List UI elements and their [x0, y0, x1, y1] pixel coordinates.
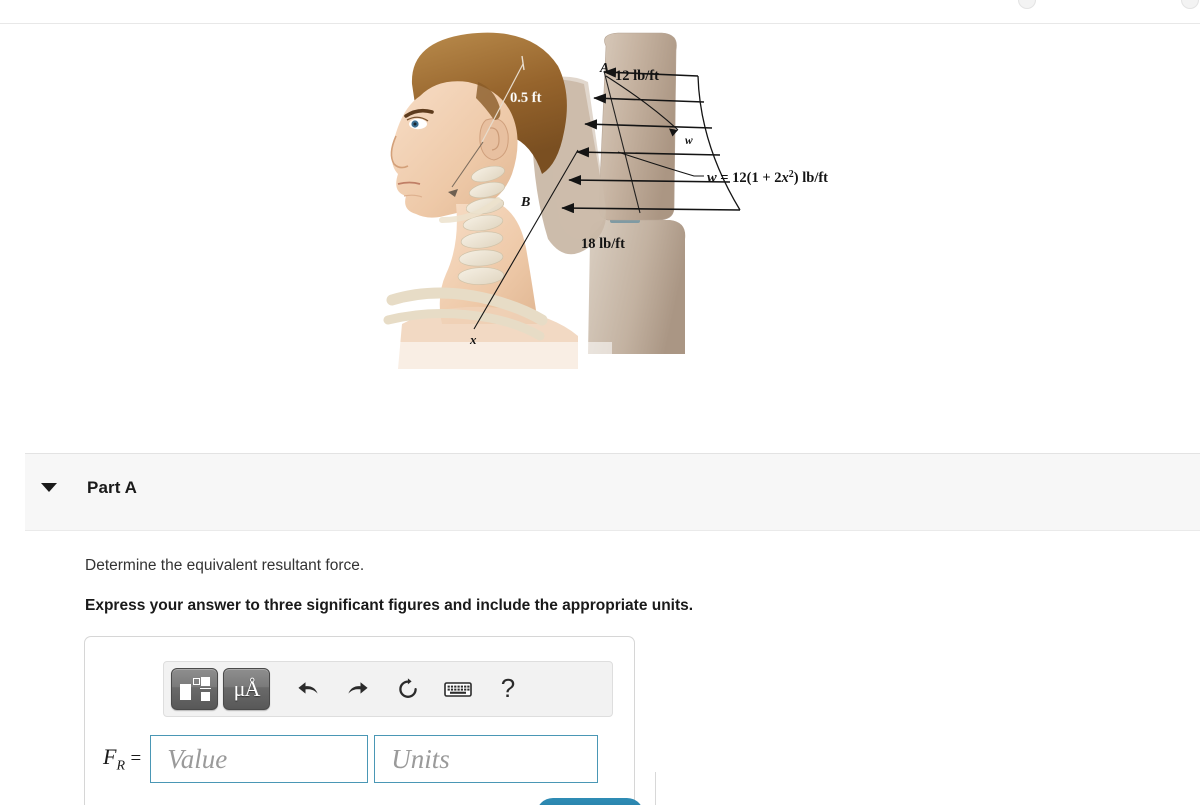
caret-down-icon[interactable]: [41, 483, 57, 492]
redo-icon[interactable]: [336, 668, 380, 710]
keyboard-glyph: [444, 682, 472, 697]
math-template-icon: [179, 676, 211, 703]
answer-input-row: FR = Value Units: [103, 735, 599, 783]
answer-panel-left-edge: [84, 772, 85, 805]
micro-angstrom-icon: μÅ: [233, 676, 261, 701]
load-envelope: [697, 75, 741, 211]
answer-entry-panel: μÅ ? FR = Value Units: [84, 636, 635, 805]
problem-figure-area: x A B w 0.5 ft 12 lb/ft 18 lb/ft w = 12(…: [0, 24, 1200, 449]
question-instruction: Express your answer to three significant…: [85, 597, 694, 614]
help-icon[interactable]: ?: [486, 668, 530, 710]
label-w: w: [685, 135, 693, 147]
submit-button[interactable]: [536, 798, 644, 805]
label-load-top: 12 lb/ft: [615, 68, 659, 84]
part-title: Part A: [87, 478, 138, 497]
label-load-equation: w = 12(1 + 2x2) lb/ft: [707, 169, 828, 187]
headrest-load-diagram: x A B w 0.5 ft 12 lb/ft 18 lb/ft w = 12(…: [382, 24, 882, 369]
reset-glyph: [399, 678, 417, 698]
label-point-b: B: [520, 195, 530, 210]
answer-variable-label: FR =: [103, 743, 142, 774]
top-avatar-circle-1[interactable]: [1018, 0, 1036, 9]
answer-toolbar: μÅ ?: [163, 661, 613, 717]
question-prompt: Determine the equivalent resultant force…: [85, 557, 365, 574]
label-point-a: A: [599, 61, 609, 76]
diagram-svg: x A B w 0.5 ft 12 lb/ft 18 lb/ft w = 12(…: [382, 32, 828, 369]
answer-panel-right-edge: [655, 772, 656, 805]
undo-glyph: [298, 682, 318, 694]
units-input[interactable]: Units: [374, 735, 599, 783]
label-load-bottom: 18 lb/ft: [581, 236, 625, 252]
units-placeholder: Units: [391, 743, 450, 774]
x-axis-label: x: [469, 332, 477, 347]
label-dimension: 0.5 ft: [510, 90, 542, 106]
ear-shape: [479, 118, 509, 161]
value-placeholder: Value: [167, 743, 228, 774]
redo-glyph: [348, 682, 368, 694]
help-question-mark: ?: [500, 672, 516, 703]
math-template-button[interactable]: [171, 668, 218, 710]
units-symbols-button[interactable]: μÅ: [223, 668, 270, 710]
part-a-header-band[interactable]: [25, 453, 1200, 531]
top-avatar-circle-2[interactable]: [1181, 0, 1199, 9]
value-input[interactable]: Value: [150, 735, 369, 783]
page-root: x A B w 0.5 ft 12 lb/ft 18 lb/ft w = 12(…: [0, 0, 1200, 805]
keyboard-icon[interactable]: [436, 668, 480, 710]
reset-icon[interactable]: [386, 668, 430, 710]
undo-icon[interactable]: [286, 668, 330, 710]
